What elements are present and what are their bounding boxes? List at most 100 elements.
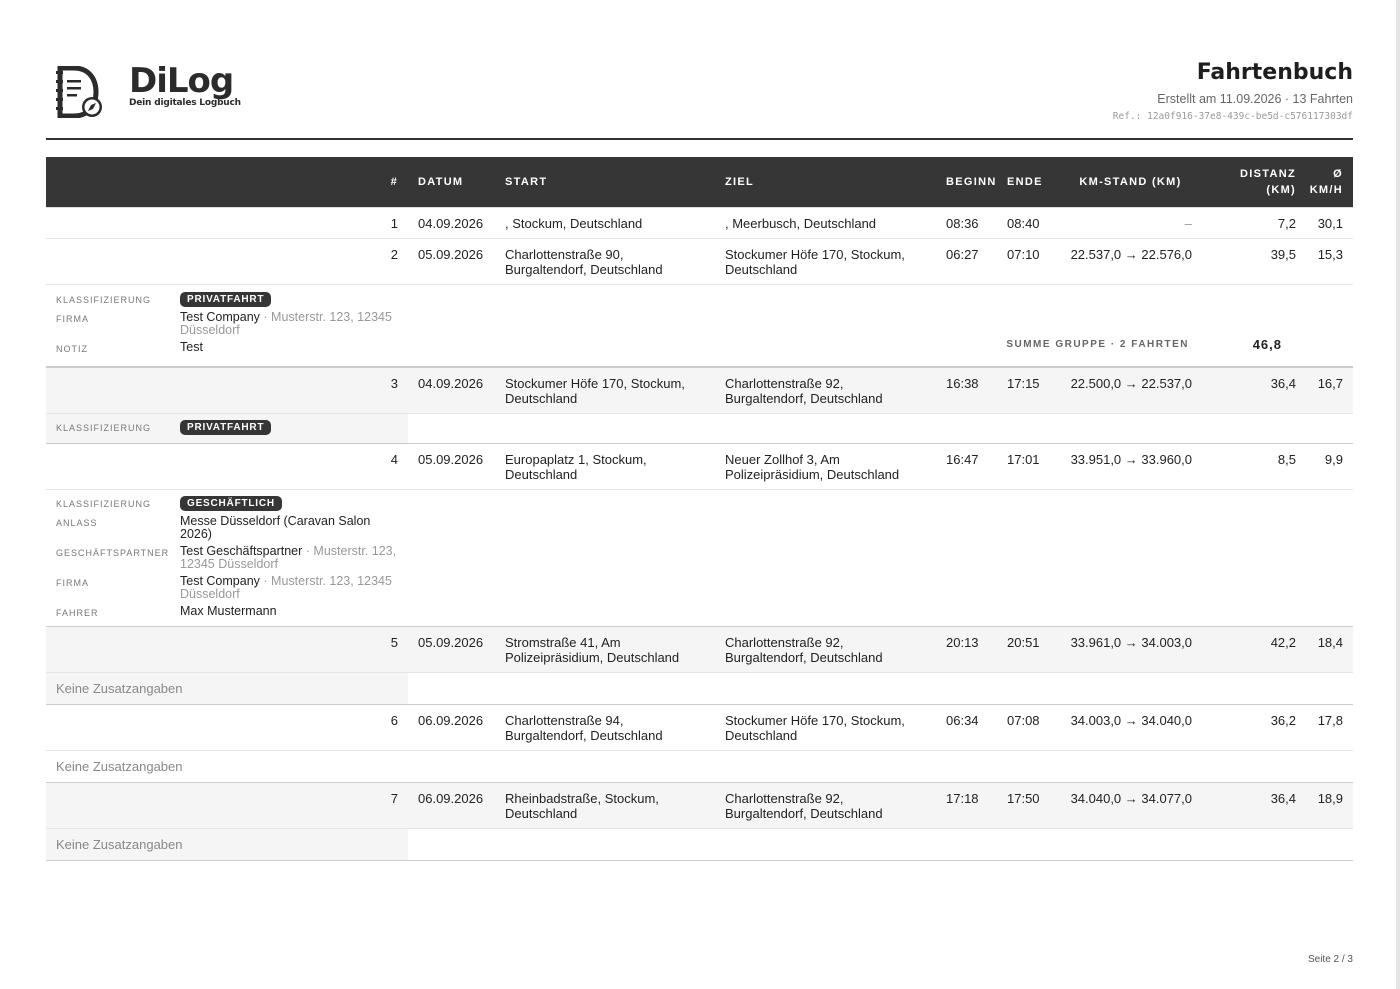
trip-date: 04.09.2026 xyxy=(408,207,495,239)
trip-details: Klassifizierung Geschäftlich Anlass Mess… xyxy=(46,489,1353,627)
trip-distance: 36,4 xyxy=(1202,366,1306,414)
detail-anlass: Anlass Messe Düsseldorf (Caravan Salon 2… xyxy=(56,514,371,541)
brand: DiLog Dein digitales Logbuch xyxy=(129,62,241,108)
detail-cell: Keine Zusatzangaben xyxy=(46,828,408,861)
trips-table: # Datum Start Ziel Beginn Ende KM-Stand … xyxy=(46,157,1353,861)
trip-date: 06.09.2026 xyxy=(418,713,484,728)
trip-odometer: 34.040,0 → 34.077,0 xyxy=(1059,782,1202,829)
col-begin: Beginn xyxy=(936,157,997,208)
detail-klass: Klassifizierung Geschäftlich xyxy=(56,496,398,511)
detail-cell: Klassifizierung Geschäftlich Anlass Mess… xyxy=(46,489,408,627)
trip-odometer: 33.961,0 → 34.003,0 xyxy=(1059,626,1202,673)
detail-cell: Keine Zusatzangaben xyxy=(46,750,408,783)
logbook-logo-icon xyxy=(56,66,102,118)
no-details: Keine Zusatzangaben xyxy=(56,681,183,696)
table-row: 7 06.09.2026 Rheinbadstraße, Stockum, De… xyxy=(46,782,1353,829)
table-row: 4 05.09.2026 Europaplatz 1, Stockum, Deu… xyxy=(46,444,1353,490)
trip-nr: 7 xyxy=(46,782,408,829)
trip-speed: 17,8 xyxy=(1317,713,1343,728)
brand-tagline: Dein digitales Logbuch xyxy=(129,98,241,108)
trip-date: 05.09.2026 xyxy=(408,238,495,285)
trip-nr: 1 xyxy=(46,207,408,239)
trip-dest: Charlottenstraße 92, Burgaltendorf, Deut… xyxy=(715,626,936,673)
page-edge xyxy=(1396,0,1400,989)
trip-dest: , Meerbusch, Deutschland xyxy=(715,207,936,239)
trip-nr: 2 xyxy=(46,238,408,285)
trip-dest: Stockumer Höfe 170, Stockum, Deutschland xyxy=(715,238,936,285)
trip-date: 05.09.2026 xyxy=(408,626,495,673)
trip-end: 17:15 xyxy=(997,366,1059,414)
col-dest: Ziel xyxy=(715,157,936,208)
table-row: 3 04.09.2026 Stockumer Höfe 170, Stockum… xyxy=(46,366,1353,414)
trip-dest: Charlottenstraße 92, Burgaltendorf, Deut… xyxy=(715,366,936,414)
trip-end: 07:08 xyxy=(1007,713,1040,728)
trip-begin: 20:13 xyxy=(936,626,997,673)
brand-name: DiLog xyxy=(129,61,234,101)
document-title: Fahrtenbuch xyxy=(1196,60,1353,85)
trip-details: Klassifizierung Privatfahrt Firma Test C… xyxy=(46,284,1353,367)
klass-badge: Geschäftlich xyxy=(180,496,282,511)
trip-distance: 8,5 xyxy=(1277,452,1296,467)
trip-date: 06.09.2026 xyxy=(408,782,495,829)
trip-odometer: 33.951,0 → 33.960,0 xyxy=(1070,452,1192,467)
trip-speed: 30,1 xyxy=(1306,207,1353,239)
trip-nr: 5 xyxy=(46,626,408,673)
col-end: Ende xyxy=(997,157,1059,208)
page-number: Seite 2 / 3 xyxy=(1307,954,1353,965)
trip-speed: 18,4 xyxy=(1306,626,1353,673)
col-nr: # xyxy=(46,157,408,208)
trip-odometer: – xyxy=(1059,207,1202,239)
table-row: 1 04.09.2026 , Stockum, Deutschland , Me… xyxy=(46,207,1353,239)
trip-begin: 06:27 xyxy=(936,238,997,285)
trip-nr: 4 xyxy=(390,452,398,467)
document-header: DiLog Dein digitales Logbuch Fahrtenbuch… xyxy=(46,60,1353,140)
trip-details: Klassifizierung Privatfahrt xyxy=(46,413,1353,444)
trip-begin: 16:38 xyxy=(936,366,997,414)
trip-odometer: 22.537,0 → 22.576,0 xyxy=(1059,238,1202,285)
trip-start: Stockumer Höfe 170, Stockum, Deutschland xyxy=(495,366,715,414)
detail-partner: Geschäftspartner Test Geschäftspartner ·… xyxy=(56,544,397,571)
detail-fahrer: Fahrer Max Mustermann xyxy=(56,604,277,619)
detail-cell: Keine Zusatzangaben xyxy=(46,672,408,705)
trip-end: 07:10 xyxy=(997,238,1059,285)
detail-firma: Firma Test Company · Musterstr. 123, 123… xyxy=(56,310,392,337)
col-distance: Distanz (km) xyxy=(1202,157,1306,208)
trip-speed: 9,9 xyxy=(1324,452,1343,467)
detail-firma: Firma Test Company · Musterstr. 123, 123… xyxy=(56,574,392,601)
trip-speed: 18,9 xyxy=(1306,782,1353,829)
trip-date: 05.09.2026 xyxy=(418,452,484,467)
document-ref: Ref.: 12a0f916-37e8-439c-be5d-c576117303… xyxy=(1112,111,1353,122)
group-sum-value: 46,8 xyxy=(1252,337,1282,352)
trip-end: 17:50 xyxy=(997,782,1059,829)
trip-end: 20:51 xyxy=(997,626,1059,673)
document-info: Fahrtenbuch Erstellt am 11.09.2026 · 13 … xyxy=(1113,60,1353,122)
detail-klass: Klassifizierung Privatfahrt xyxy=(56,420,398,435)
trip-start: Rheinbadstraße, Stockum, Deutschland xyxy=(495,782,715,829)
trip-begin: 17:18 xyxy=(936,782,997,829)
trip-start: Stromstraße 41, Am Polizeipräsidium, Deu… xyxy=(495,626,715,673)
trip-begin: 06:34 xyxy=(946,713,979,728)
col-odometer: KM-Stand (km) xyxy=(1059,157,1202,208)
trip-start: Europaplatz 1, Stockum, Deutschland xyxy=(505,452,647,482)
trip-odometer: 34.003,0 → 34.040,0 xyxy=(1070,713,1192,728)
trip-begin: 08:36 xyxy=(936,207,997,239)
trip-details: Keine Zusatzangaben xyxy=(46,828,1353,861)
trip-start: Charlottenstraße 94, Burgaltendorf, Deut… xyxy=(505,713,663,743)
trip-nr: 3 xyxy=(46,366,408,414)
col-date: Datum xyxy=(408,157,495,208)
trip-distance: 42,2 xyxy=(1202,626,1306,673)
trip-dest: Stockumer Höfe 170, Stockum, Deutschland xyxy=(725,713,905,743)
no-details: Keine Zusatzangaben xyxy=(56,837,183,852)
trip-end: 08:40 xyxy=(997,207,1059,239)
trip-dest: Charlottenstraße 92, Burgaltendorf, Deut… xyxy=(715,782,936,829)
trip-speed: 16,7 xyxy=(1306,366,1353,414)
table-row: 2 05.09.2026 Charlottenstraße 90, Burgal… xyxy=(46,238,1353,285)
table-header: # Datum Start Ziel Beginn Ende KM-Stand … xyxy=(46,157,1353,208)
table-row: 5 05.09.2026 Stromstraße 41, Am Polizeip… xyxy=(46,626,1353,673)
col-speed: Ø km/h xyxy=(1306,157,1353,208)
group-sum-label: Summe Gruppe · 2 Fahrten xyxy=(1006,339,1189,350)
col-start: Start xyxy=(495,157,715,208)
detail-cell: Klassifizierung Privatfahrt xyxy=(46,413,408,444)
detail-notiz: Notiz Test xyxy=(56,340,203,355)
trip-start: , Stockum, Deutschland xyxy=(495,207,715,239)
